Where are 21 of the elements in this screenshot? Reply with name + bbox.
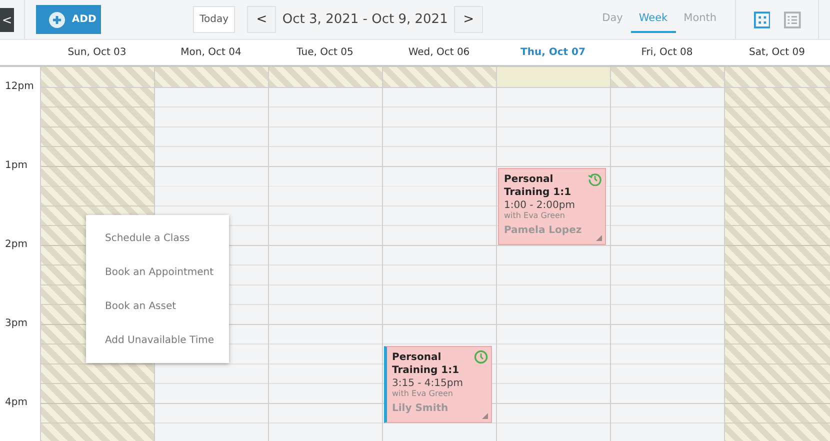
appointment-title: Personal Training 1:1 <box>392 350 460 377</box>
hour-label: 4pm <box>4 397 28 410</box>
client-name: Pamela Lopez <box>504 225 582 236</box>
day-header: Wed, Oct 06 <box>407 47 471 58</box>
day-header: Sat, Oct 09 <box>748 47 806 58</box>
hour-label: 12pm <box>4 81 35 94</box>
day-header: Thu, Oct 07 <box>520 47 586 58</box>
appointment-title: Personal Training 1:1 <box>504 173 572 199</box>
client-name: Lily Smith <box>392 402 448 414</box>
appointment-staff: with Eva Green <box>392 388 453 398</box>
day-header: Sun, Oct 03 <box>66 47 128 58</box>
hour-label: 3pm <box>4 318 28 331</box>
date-range: Oct 3, 2021 - Oct 9, 2021 <box>281 12 449 27</box>
appointment-time: 1:00 - 2:00pm <box>504 200 575 211</box>
appointment-staff: with Eva Green <box>504 211 565 220</box>
appointment-time: 3:15 - 4:15pm <box>392 378 463 389</box>
day-header: Fri, Oct 08 <box>640 47 694 58</box>
hour-label: 2pm <box>4 239 28 252</box>
day-header: Mon, Oct 04 <box>180 47 242 58</box>
day-header: Tue, Oct 05 <box>296 47 354 58</box>
hour-label: 1pm <box>4 160 28 173</box>
